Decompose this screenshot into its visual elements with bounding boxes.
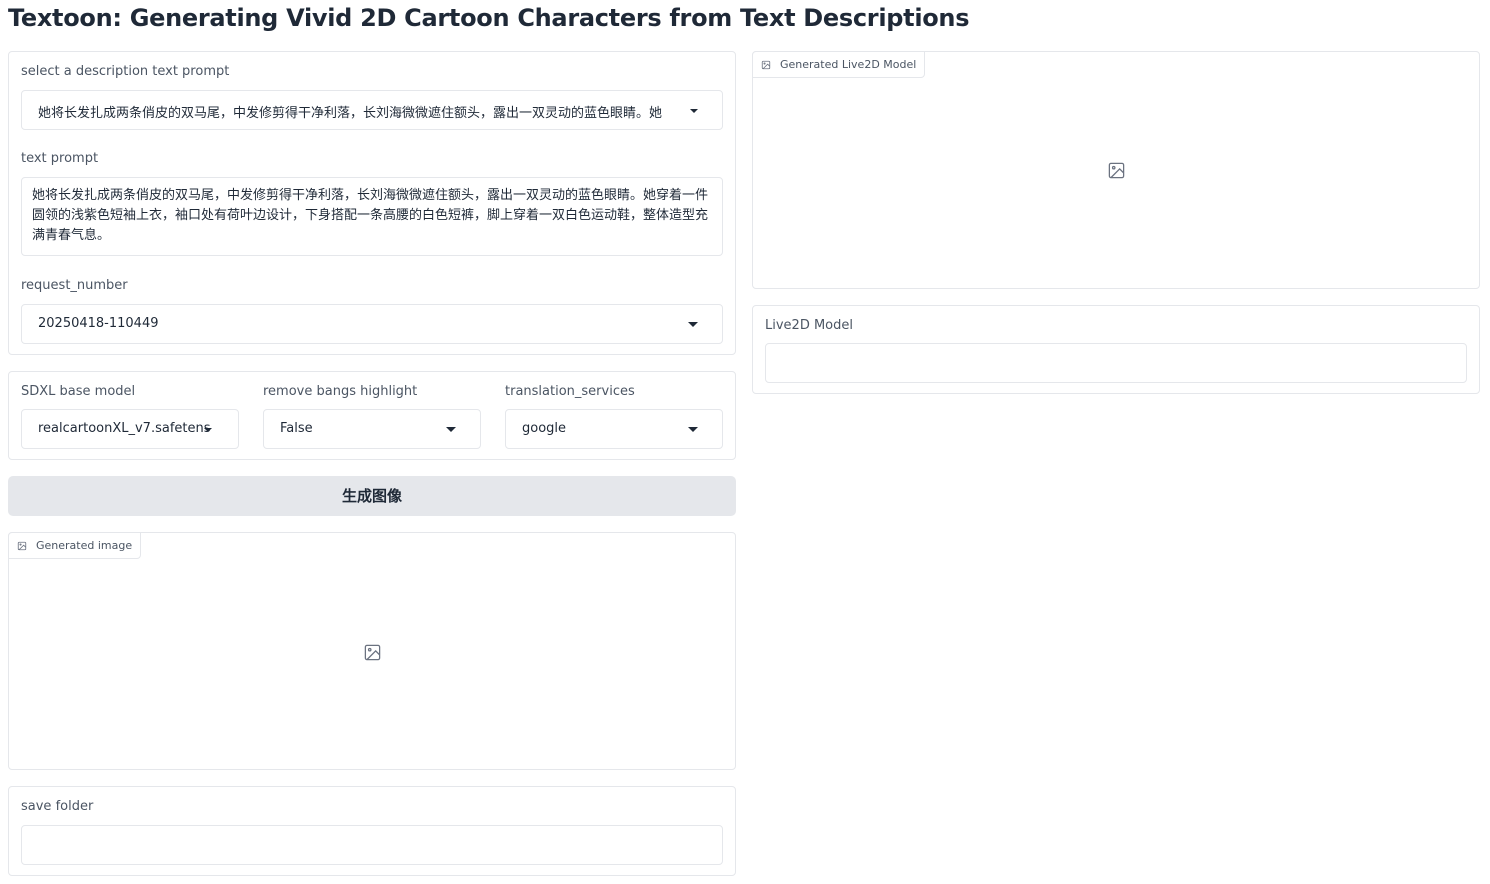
save-folder-input[interactable] (21, 825, 723, 865)
sdxl-base-model-dropdown[interactable]: realcartoonXL_v7.safetensors (21, 409, 239, 449)
sdxl-base-model-value: realcartoonXL_v7.safetensors (38, 421, 210, 436)
text-prompt-label: text prompt (21, 151, 99, 166)
save-folder-panel: save folder (8, 786, 736, 876)
image-placeholder-icon (1108, 162, 1125, 179)
live2d-model-panel: Live2D Model (752, 305, 1480, 394)
remove-bangs-highlight-value: False (280, 421, 313, 436)
image-placeholder-icon (364, 644, 381, 661)
generated-live2d-panel: Generated Live2D Model (752, 51, 1480, 289)
image-icon (761, 60, 771, 70)
generated-image-tab: Generated image (8, 532, 142, 559)
description-select-label: select a description text prompt (21, 64, 230, 79)
chevron-down-icon (204, 428, 212, 432)
remove-bangs-highlight-dropdown[interactable]: False (263, 409, 481, 449)
save-folder-label: save folder (21, 799, 94, 814)
chevron-down-icon (688, 322, 698, 327)
prompt-panel: select a description text prompt 她将长发扎成两… (8, 51, 736, 355)
chevron-down-icon (690, 109, 698, 113)
live2d-model-label: Live2D Model (765, 318, 853, 333)
live2d-model-input[interactable] (765, 343, 1467, 383)
translation-services-value: google (522, 421, 567, 436)
generated-image-label: Generated image (36, 539, 133, 552)
remove-bangs-highlight-label: remove bangs highlight (263, 384, 418, 399)
request-number-label: request_number (21, 278, 128, 293)
chevron-down-icon (688, 427, 698, 432)
chevron-down-icon (446, 427, 456, 432)
image-icon (17, 541, 27, 551)
generated-live2d-label: Generated Live2D Model (780, 58, 917, 71)
options-panel: SDXL base model realcartoonXL_v7.safeten… (8, 371, 736, 460)
description-select-value: 她将长发扎成两条俏皮的双马尾，中发修剪得干净利落，长刘海微微遮住额头，露出一双灵… (38, 106, 663, 121)
generated-live2d-tab: Generated Live2D Model (752, 51, 926, 78)
generated-image-panel: Generated image (8, 532, 736, 770)
request-number-dropdown[interactable]: 20250418-110449 (21, 304, 723, 344)
translation-services-label: translation_services (505, 384, 635, 399)
translation-services-dropdown[interactable]: google (505, 409, 723, 449)
generate-image-button[interactable]: 生成图像 (8, 476, 736, 516)
text-prompt-textarea[interactable]: 她将长发扎成两条俏皮的双马尾，中发修剪得干净利落，长刘海微微遮住额头，露出一双灵… (21, 177, 723, 256)
page-title: Textoon: Generating Vivid 2D Cartoon Cha… (8, 4, 970, 32)
description-select-dropdown[interactable]: 她将长发扎成两条俏皮的双马尾，中发修剪得干净利落，长刘海微微遮住额头，露出一双灵… (21, 90, 723, 130)
request-number-value: 20250418-110449 (38, 316, 159, 331)
sdxl-base-model-label: SDXL base model (21, 384, 136, 399)
